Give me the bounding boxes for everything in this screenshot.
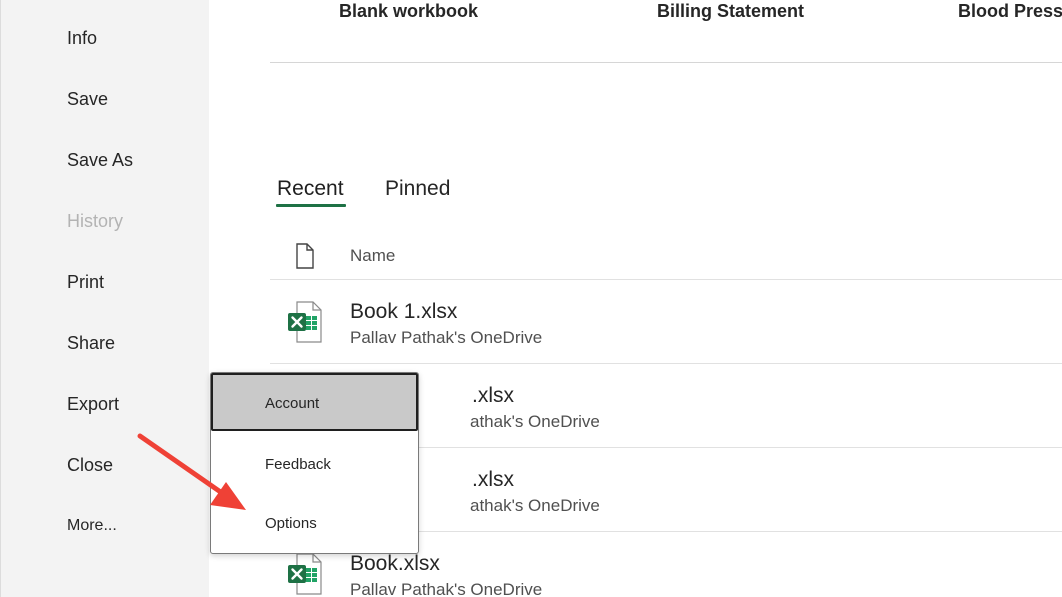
tab-recent[interactable]: Recent (277, 176, 344, 202)
file-location: athak's OneDrive (470, 496, 600, 515)
template-billing-statement[interactable]: Billing Statement (657, 0, 804, 22)
excel-file-icon (287, 301, 323, 348)
menu-item-label: Options (265, 515, 317, 532)
template-blood-pressure[interactable]: Blood Pressu (958, 0, 1062, 22)
backstage-sidebar: Info Save Save As History Print Share Ex… (0, 0, 210, 597)
file-name: .xlsx (472, 468, 514, 491)
file-name: Book.xlsx (350, 552, 440, 575)
file-location: Pallav Pathak's OneDrive (350, 580, 543, 597)
file-name: .xlsx (472, 384, 514, 407)
nav-save-as[interactable]: Save As (67, 149, 133, 171)
menu-item-feedback[interactable]: Feedback (211, 434, 418, 492)
more-menu-popup: Account Feedback Options (210, 372, 419, 554)
nav-print[interactable]: Print (67, 271, 104, 293)
file-list-header: Name (270, 235, 1062, 280)
nav-share[interactable]: Share (67, 332, 115, 354)
column-name-header[interactable]: Name (350, 246, 395, 266)
nav-close[interactable]: Close (67, 454, 113, 476)
templates-divider (270, 62, 1062, 63)
file-location: athak's OneDrive (470, 412, 600, 431)
nav-info[interactable]: Info (67, 27, 97, 49)
menu-item-label: Account (265, 395, 320, 412)
template-blank-workbook[interactable]: Blank workbook (339, 0, 478, 22)
document-icon (295, 243, 315, 274)
nav-save[interactable]: Save (67, 88, 108, 110)
menu-item-label: Feedback (265, 456, 331, 473)
excel-file-icon (287, 553, 323, 597)
active-tab-indicator (276, 204, 346, 207)
nav-export[interactable]: Export (67, 393, 119, 415)
menu-item-account[interactable]: Account (211, 373, 418, 431)
recent-file-row[interactable]: Book 1.xlsx Pallav Pathak's OneDrive (270, 280, 1062, 364)
file-name: Book 1.xlsx (350, 300, 458, 323)
nav-more[interactable]: More... (67, 515, 117, 537)
tab-pinned[interactable]: Pinned (385, 176, 450, 202)
menu-item-options[interactable]: Options (211, 493, 418, 551)
nav-history: History (67, 211, 124, 231)
file-location: Pallav Pathak's OneDrive (350, 328, 543, 347)
